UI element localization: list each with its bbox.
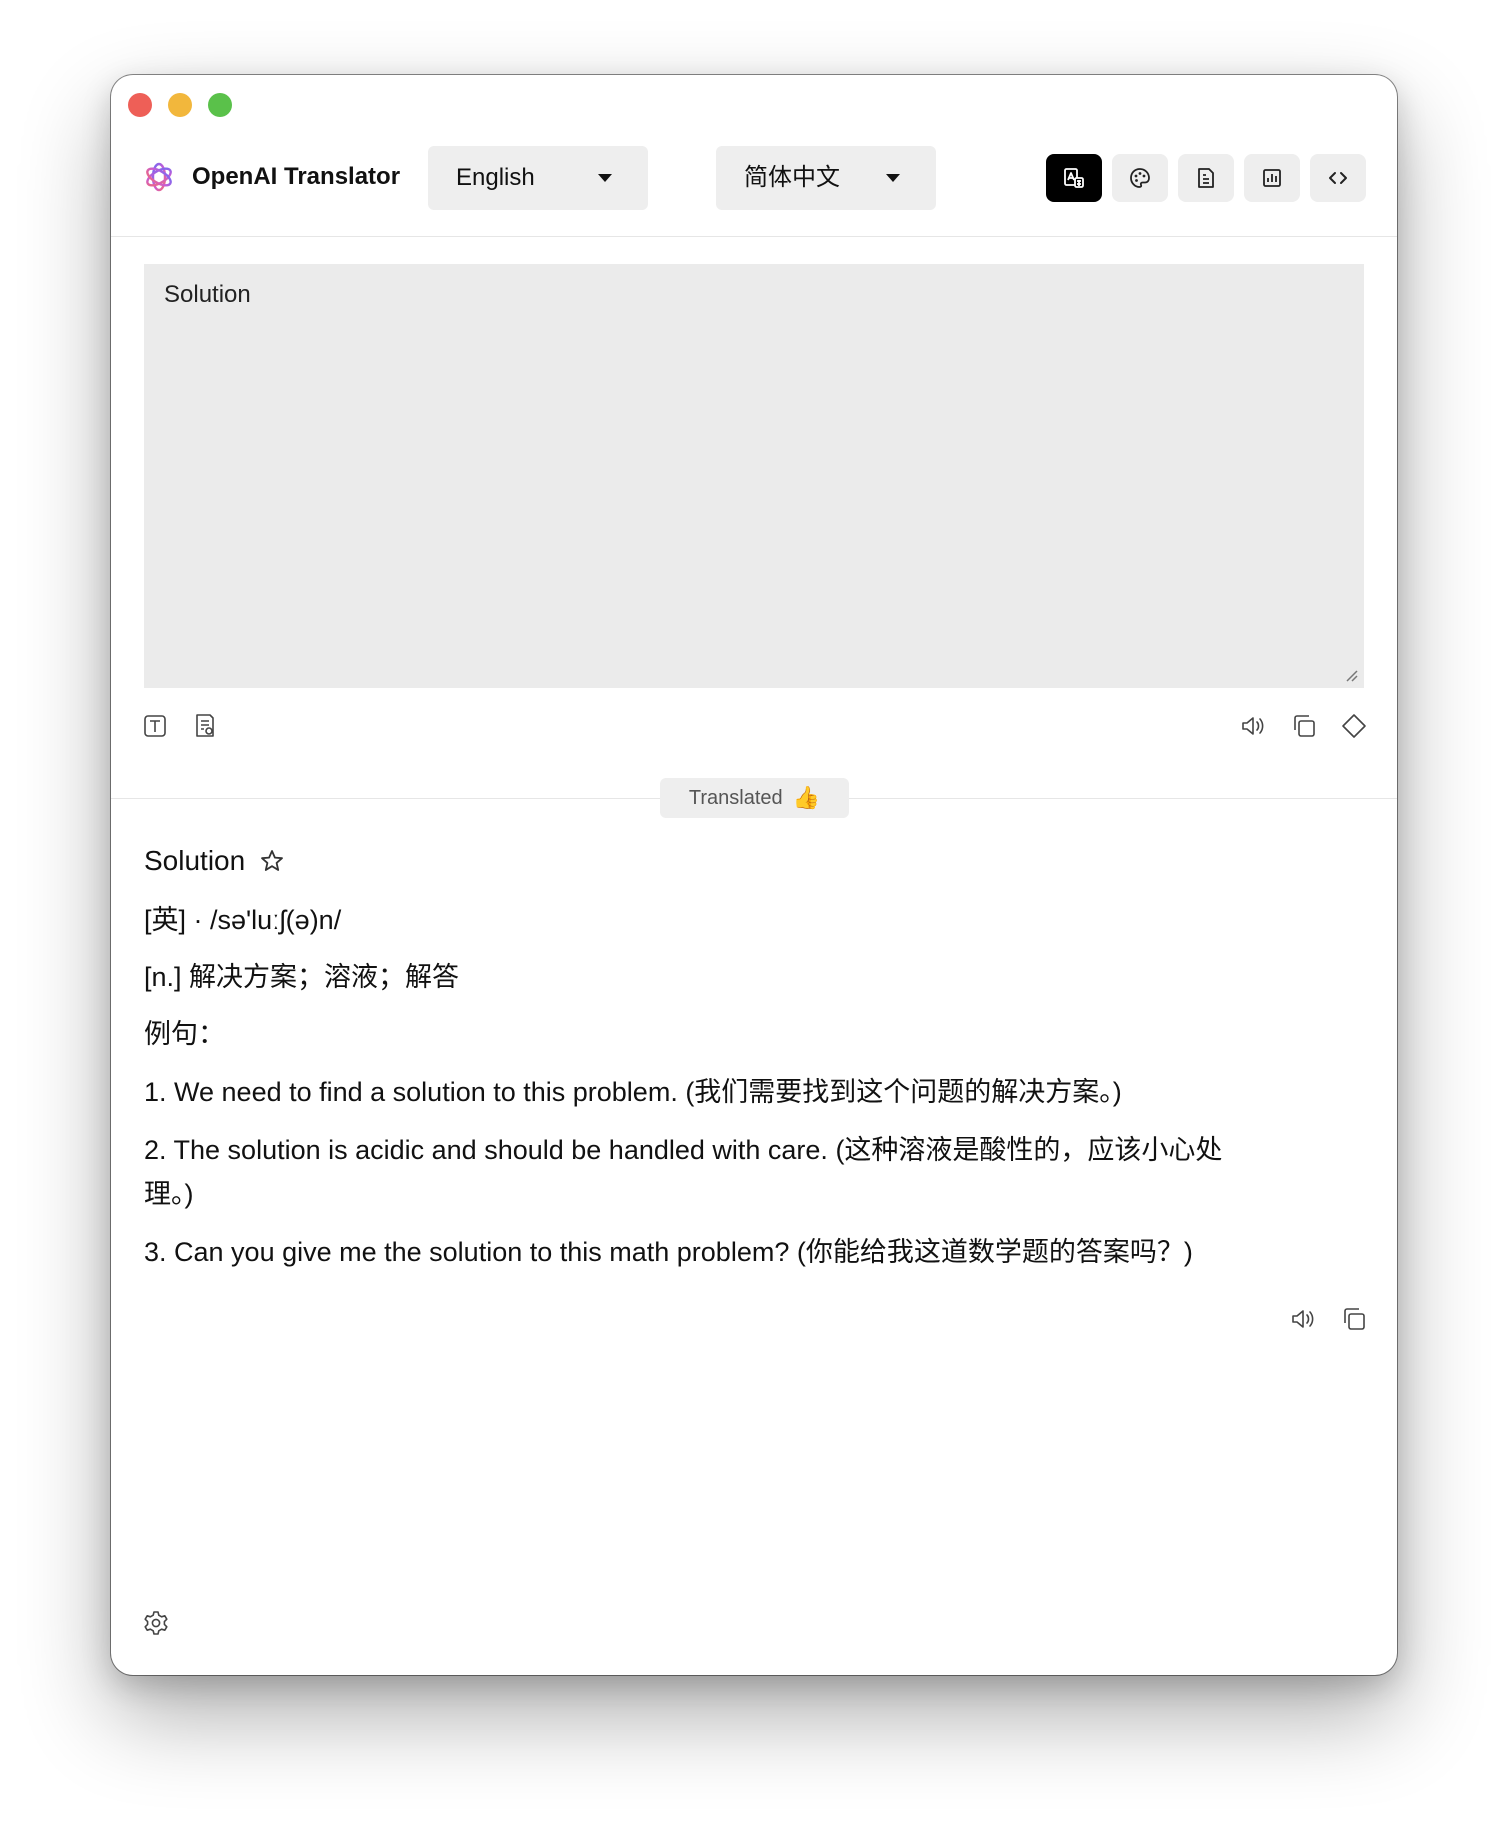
example-1: 1. We need to find a solution to this pr… [144,1077,1122,1107]
translated-status-badge: Translated 👍 [660,778,849,818]
document-icon [1198,168,1214,188]
document-button[interactable] [1178,154,1234,202]
phonetic-line: [英] · /sə'luːʃ(ə)n/ [144,905,342,935]
copy-icon[interactable] [1290,712,1318,740]
result-word: Solution [144,845,246,876]
definition-line: [n.] 解决方案；溶液；解答 [144,962,460,992]
copy-icon[interactable] [1340,1305,1368,1333]
translate-mode-icon [1064,168,1084,188]
zoom-window-button[interactable] [208,93,232,117]
resize-handle-icon[interactable] [1344,668,1358,682]
example-2-line-2: 理。) [144,1179,194,1209]
theme-button[interactable] [1112,154,1168,202]
result-word-row: Solution [144,845,285,877]
source-text: Solution [164,281,251,308]
chart-icon [1263,169,1281,187]
speaker-icon[interactable] [1289,1305,1317,1333]
source-language-label: English [456,164,535,191]
document-ocr-icon[interactable] [191,712,219,740]
examples-label: 例句： [144,1019,225,1049]
target-language-label: 简体中文 [744,164,840,191]
example-3: 3. Can you give me the solution to this … [144,1237,1193,1267]
text-format-icon[interactable] [141,712,169,740]
thumbs-up-icon: 👍 [792,785,821,810]
source-text-input[interactable]: Solution [144,264,1364,688]
code-icon [1329,172,1347,184]
close-window-button[interactable] [128,93,152,117]
app-title: OpenAI Translator [192,163,401,190]
example-2-line-1: 2. The solution is acidic and should be … [144,1135,1223,1165]
speaker-icon[interactable] [1239,712,1267,740]
translate-mode-button[interactable] [1046,154,1102,202]
target-language-select[interactable]: 简体中文 [716,146,936,210]
app-window: OpenAI Translator English 简体中文 Solution … [111,75,1397,1675]
eraser-icon[interactable] [1340,712,1368,740]
header-divider [111,236,1397,237]
theme-palette-icon [1130,168,1150,188]
translated-label: Translated [688,786,783,809]
chart-button[interactable] [1244,154,1300,202]
source-language-select[interactable]: English [428,146,648,210]
minimize-window-button[interactable] [168,93,192,117]
openai-logo-icon [146,162,172,192]
caret-down-icon [886,174,900,182]
code-button[interactable] [1310,154,1366,202]
star-icon[interactable] [259,848,285,874]
gear-icon[interactable] [142,1609,170,1637]
caret-down-icon [598,174,612,182]
